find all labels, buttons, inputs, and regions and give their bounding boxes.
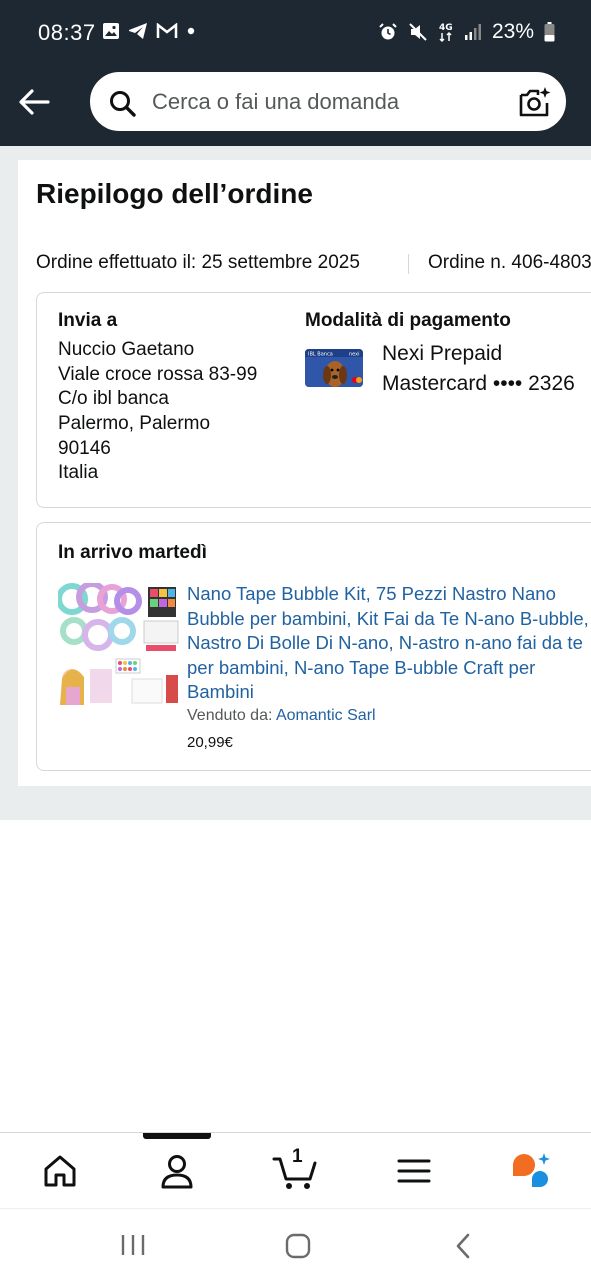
telegram-icon <box>129 23 147 39</box>
home-icon <box>44 1155 76 1187</box>
search-placeholder: Cerca o fai una domanda <box>152 89 400 114</box>
nav-rufus[interactable] <box>510 1151 550 1191</box>
status-bar: 08:37 4G 23% <box>0 0 591 68</box>
gallery-icon <box>103 23 119 39</box>
meta-divider <box>408 254 409 274</box>
search-icon <box>110 91 136 117</box>
status-time: 08:37 <box>38 20 96 45</box>
order-date: Ordine effettuato il: 25 settembre 2025 <box>36 252 360 273</box>
arrow-left-icon <box>19 89 50 115</box>
rufus-icon <box>513 1153 550 1187</box>
delivery-title: In arrivo martedì <box>58 542 207 563</box>
bottom-nav <box>0 1132 591 1209</box>
address-line: Nuccio Gaetano <box>58 339 195 360</box>
mute-icon <box>409 23 427 41</box>
address-line: Italia <box>58 462 99 483</box>
top-header: Cerca o fai una domanda <box>0 68 591 146</box>
svg-text:4G: 4G <box>439 23 453 33</box>
dot-icon <box>187 27 195 35</box>
nav-account[interactable] <box>157 1151 197 1191</box>
product-title-link[interactable]: Nano Tape Bubble Kit, 75 Pezzi Nastro Na… <box>187 582 591 705</box>
sold-by: Venduto da: Aomantic Sarl <box>187 707 376 725</box>
account-icon <box>161 1155 193 1189</box>
card-bank-label: IBL Banca <box>308 352 333 358</box>
card-brand-label: nexi <box>349 352 360 358</box>
address-line: 90146 <box>58 438 111 459</box>
signal-icon <box>464 24 481 40</box>
ship-to-title: Invia a <box>58 310 118 331</box>
system-nav-bar <box>0 1208 591 1281</box>
payment-method-title: Modalità di pagamento <box>305 310 511 331</box>
gmail-icon <box>156 23 178 38</box>
battery-percent: 23% <box>491 20 534 43</box>
status-system-icons: 4G 23% <box>378 20 555 44</box>
alarm-icon <box>379 23 397 40</box>
address-line: C/o ibl banca <box>58 388 169 409</box>
nav-menu[interactable] <box>394 1151 434 1191</box>
payment-card-number: Mastercard •••• 2326 <box>382 372 575 395</box>
search-input[interactable]: Cerca o fai una domanda <box>88 70 568 133</box>
back-button[interactable] <box>16 84 52 120</box>
address-line: Palermo, Palermo <box>58 413 211 434</box>
order-number: Ordine n. 406-4803 <box>428 252 591 273</box>
home-button-icon[interactable] <box>285 1233 311 1259</box>
product-image[interactable] <box>56 581 180 705</box>
status-notification-icons <box>102 22 196 40</box>
4g-icon: 4G <box>439 23 453 43</box>
address-line: Viale croce rossa 83-99 <box>58 364 258 385</box>
camera-search-icon[interactable] <box>518 86 552 118</box>
battery-icon <box>544 22 555 42</box>
product-price: 20,99€ <box>187 734 233 751</box>
page-title: Riepilogo dell’ordine <box>36 178 313 209</box>
recent-apps-icon[interactable] <box>120 1233 146 1257</box>
payment-card-name: Nexi Prepaid <box>382 342 503 365</box>
payment-card-image: IBL Banca nexi <box>305 349 363 387</box>
back-nav-icon[interactable] <box>454 1233 472 1259</box>
cart-count-badge: 1 <box>292 1146 303 1167</box>
seller-link[interactable]: Aomantic Sarl <box>276 707 376 724</box>
active-tab-indicator <box>143 1133 211 1139</box>
nav-home[interactable] <box>40 1151 80 1191</box>
menu-icon <box>397 1159 431 1183</box>
sold-by-label: Venduto da: <box>187 707 273 724</box>
